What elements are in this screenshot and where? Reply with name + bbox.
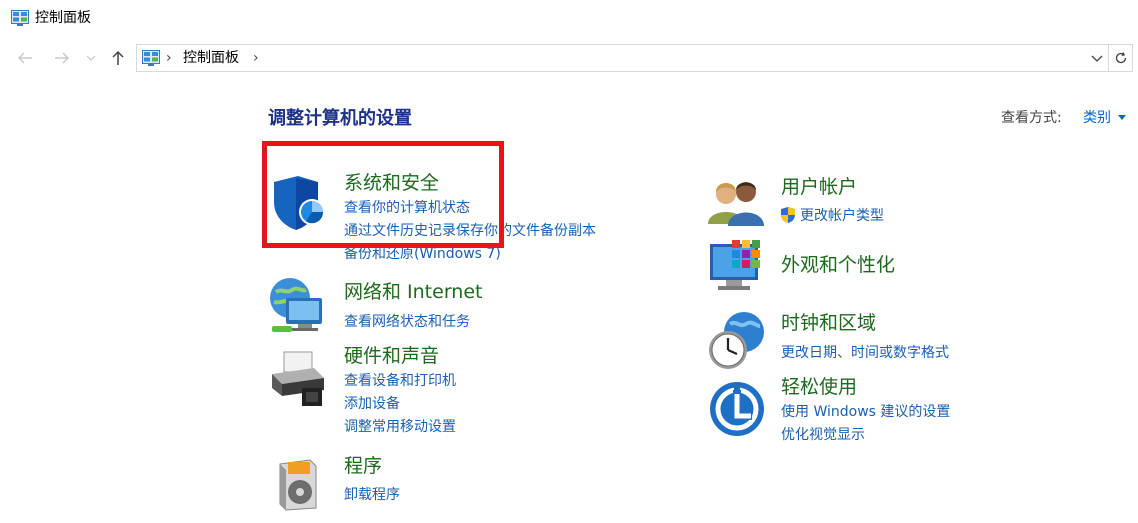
link-mobility-settings[interactable]: 调整常用移动设置 (344, 418, 456, 436)
arrow-up-icon (112, 50, 124, 65)
link-optimize-visual-display[interactable]: 优化视觉显示 (781, 426, 865, 444)
window-title: 控制面板 (35, 10, 91, 26)
arrow-left-icon (18, 52, 32, 64)
forward-button[interactable] (52, 48, 72, 68)
breadcrumb-separator[interactable]: › (166, 49, 172, 67)
up-button[interactable] (108, 48, 128, 68)
refresh-icon (1115, 52, 1126, 64)
control-panel-icon (142, 50, 160, 66)
category-title[interactable]: 硬件和声音 (344, 344, 439, 368)
chevron-down-icon[interactable] (1090, 51, 1104, 65)
category-title[interactable]: 外观和个性化 (781, 253, 895, 277)
link-add-device[interactable]: 添加设备 (344, 395, 400, 413)
page-title: 调整计算机的设置 (268, 108, 412, 129)
navigation-bar: › 控制面板 › (0, 38, 1138, 78)
refresh-button[interactable] (1109, 44, 1133, 72)
caret-down-icon[interactable] (1118, 115, 1126, 120)
link-view-computer-status[interactable]: 查看你的计算机状态 (344, 199, 470, 217)
view-by-label: 查看方式: (1001, 110, 1062, 126)
category-title[interactable]: 系统和安全 (344, 171, 439, 195)
breadcrumb-separator[interactable]: › (253, 49, 259, 67)
shield-icon[interactable] (266, 172, 328, 234)
link-file-history-backup[interactable]: 通过文件历史记录保存你的文件备份副本 (344, 222, 596, 240)
link-network-status[interactable]: 查看网络状态和任务 (344, 313, 470, 331)
category-title[interactable]: 时钟和区域 (781, 311, 876, 335)
link-devices-printers[interactable]: 查看设备和打印机 (344, 372, 456, 390)
recent-locations-button[interactable] (84, 48, 98, 68)
network-globe-icon[interactable] (266, 276, 328, 338)
uac-shield-icon (781, 207, 795, 223)
category-title[interactable]: 轻松使用 (781, 375, 857, 399)
category-title[interactable]: 网络和 Internet (344, 280, 482, 304)
programs-disc-icon[interactable] (266, 452, 328, 514)
link-uninstall-program[interactable]: 卸载程序 (344, 486, 400, 504)
back-button[interactable] (15, 48, 35, 68)
control-panel-icon (11, 10, 29, 26)
link-change-date-time[interactable]: 更改日期、时间或数字格式 (781, 344, 949, 362)
link-backup-restore[interactable]: 备份和还原(Windows 7) (344, 245, 501, 263)
clock-globe-icon[interactable] (706, 310, 768, 372)
title-bar: 控制面板 (0, 0, 1138, 38)
category-title[interactable]: 程序 (344, 454, 382, 478)
breadcrumb-control-panel[interactable]: 控制面板 (183, 49, 239, 67)
arrow-right-icon (55, 52, 69, 64)
monitor-colors-icon[interactable] (706, 238, 768, 300)
category-title[interactable]: 用户帐户 (781, 175, 857, 199)
printer-icon[interactable] (266, 348, 328, 410)
ease-of-access-icon[interactable] (706, 376, 768, 438)
link-windows-recommended-settings[interactable]: 使用 Windows 建议的设置 (781, 403, 950, 421)
link-change-account-type[interactable]: 更改帐户类型 (800, 207, 884, 225)
chevron-down-icon (86, 55, 96, 61)
address-bar[interactable]: › 控制面板 › (136, 44, 1109, 72)
view-by-dropdown[interactable]: 类别 (1083, 109, 1111, 127)
users-icon[interactable] (706, 172, 768, 234)
